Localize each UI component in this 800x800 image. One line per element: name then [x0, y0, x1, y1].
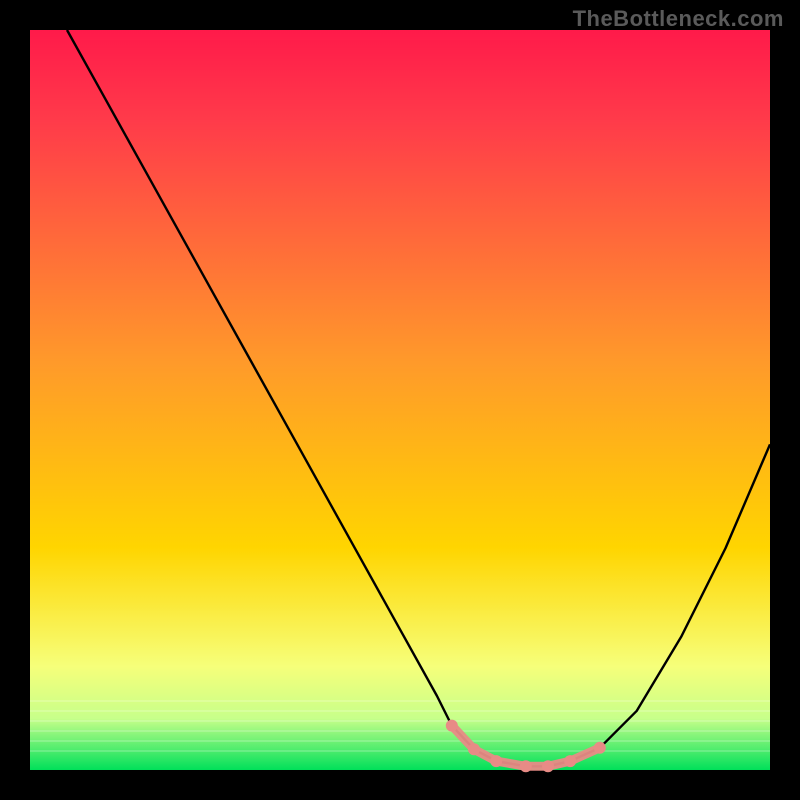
flat-region-marker	[520, 760, 532, 772]
flat-region-marker	[468, 743, 480, 755]
flat-region-marker	[564, 755, 576, 767]
watermark-text: TheBottleneck.com	[573, 6, 784, 32]
flat-region-marker	[542, 760, 554, 772]
flat-region-marker	[446, 720, 458, 732]
flat-region-marker	[594, 742, 606, 754]
plot-background	[30, 30, 770, 770]
flat-region-marker	[490, 755, 502, 767]
chart-svg	[0, 0, 800, 800]
chart-container: TheBottleneck.com	[0, 0, 800, 800]
